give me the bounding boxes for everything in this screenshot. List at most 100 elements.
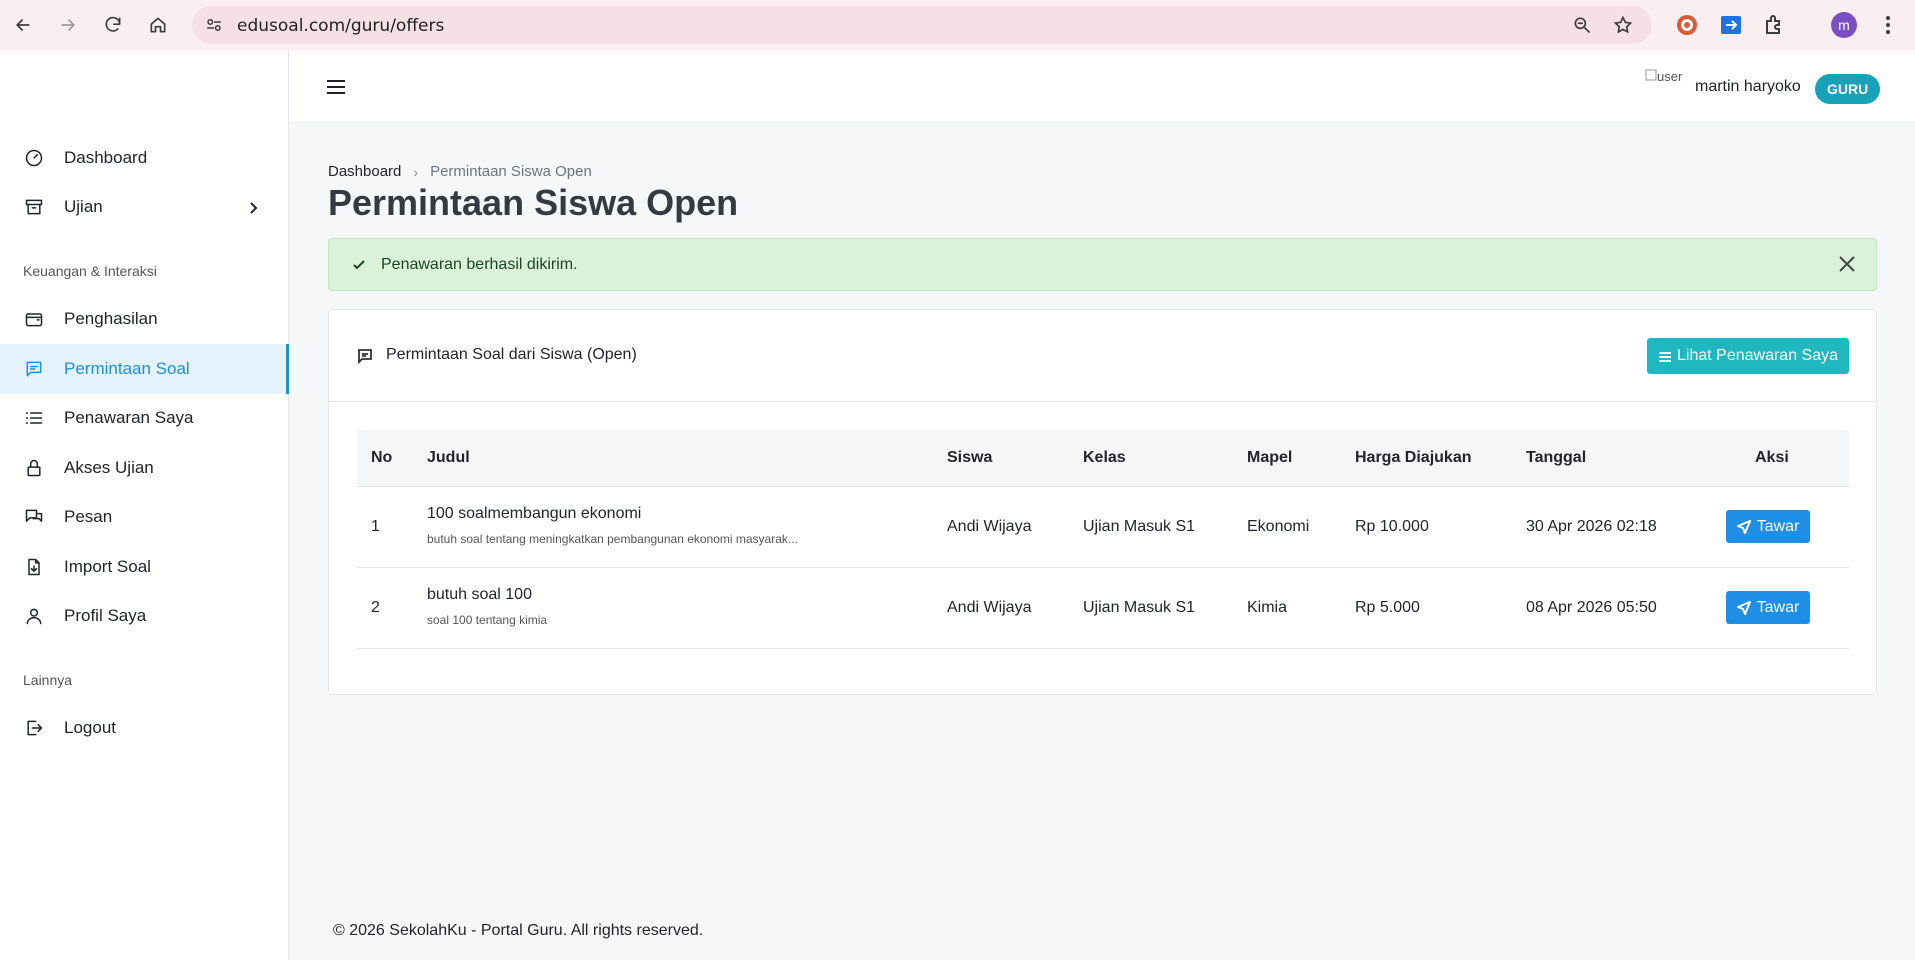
bookmark-star-icon[interactable] <box>1613 15 1633 35</box>
site-settings-icon[interactable] <box>205 16 223 34</box>
sidebar-item-label: Import Soal <box>64 557 151 576</box>
request-description: butuh soal tentang meningkatkan pembangu… <box>427 532 798 546</box>
row-number: 2 <box>371 599 380 616</box>
proposed-price: Rp 5.000 <box>1355 599 1420 616</box>
column-header: Harga Diajukan <box>1355 449 1472 466</box>
view-my-offers-button[interactable]: Lihat Penawaran Saya <box>1647 338 1849 374</box>
wallet-icon <box>24 309 44 329</box>
list-icon <box>24 408 44 428</box>
sidebar-item-label: Akses Ujian <box>64 458 154 477</box>
sidebar-item-dashboard[interactable]: Dashboard <box>0 133 289 183</box>
back-icon[interactable] <box>11 13 35 37</box>
student-name: Andi Wijaya <box>947 599 1032 616</box>
chat-icon <box>357 348 373 365</box>
close-icon[interactable] <box>1837 254 1857 274</box>
table-row: 1 100 soalmembangun ekonomi butuh soal t… <box>357 487 1849 568</box>
row-number: 1 <box>371 518 380 535</box>
chevron-right-icon <box>246 200 260 214</box>
table-row: 2 butuh soal 100 soal 100 tentang kimia … <box>357 568 1849 649</box>
sidebar-item-label: Permintaan Soal <box>64 359 190 378</box>
class-name: Ujian Masuk S1 <box>1083 518 1196 535</box>
sidebar-item-import-soal[interactable]: Import Soal <box>0 542 289 592</box>
request-description: soal 100 tentang kimia <box>427 613 548 627</box>
role-badge: GURU <box>1815 74 1881 104</box>
broken-image-icon <box>1645 69 1657 81</box>
sidebar-item-akses-ujian[interactable]: Akses Ujian <box>0 443 289 493</box>
sidebar-section-title: Keuangan & Interaksi <box>23 263 157 279</box>
sidebar-item-label: Pesan <box>64 507 113 526</box>
footer-text: © 2026 SekolahKu - Portal Guru. All righ… <box>333 922 704 939</box>
user-icon <box>24 606 44 626</box>
extension-duckduckgo-icon[interactable] <box>1674 12 1700 38</box>
column-header: Judul <box>427 449 470 466</box>
subject: Ekonomi <box>1247 518 1310 535</box>
sidebar-item-ujian[interactable]: Ujian <box>0 182 289 232</box>
subject: Kimia <box>1247 599 1288 616</box>
list-icon <box>1658 350 1672 362</box>
app-header: user martin haryoko GURU <box>289 50 1915 123</box>
zoom-icon[interactable] <box>1572 15 1592 35</box>
alert-message: Penawaran berhasil dikirim. <box>381 256 578 273</box>
request-date: 30 Apr 2026 02:18 <box>1526 518 1657 535</box>
archive-icon <box>24 197 44 217</box>
avatar: user <box>1645 69 1687 91</box>
send-icon <box>1736 519 1751 534</box>
sidebar-item-label: Ujian <box>64 197 103 216</box>
user-name[interactable]: martin haryoko <box>1695 78 1801 96</box>
breadcrumb-home[interactable]: Dashboard <box>328 163 401 180</box>
menu-toggle-icon[interactable] <box>327 80 345 94</box>
sidebar-item-label: Profil Saya <box>64 606 147 625</box>
class-name: Ujian Masuk S1 <box>1083 599 1196 616</box>
message-icon <box>24 507 44 527</box>
column-header: No <box>371 449 393 466</box>
import-icon <box>24 557 44 577</box>
reload-icon[interactable] <box>101 13 125 37</box>
sidebar-item-penghasilan[interactable]: Penghasilan <box>0 294 289 344</box>
logout-icon <box>24 718 44 738</box>
request-title: butuh soal 100 <box>427 586 532 603</box>
sidebar-item-label: Penghasilan <box>64 309 158 328</box>
browser-menu-icon[interactable] <box>1875 12 1901 38</box>
requests-card: Permintaan Soal dari Siswa (Open) Lihat … <box>328 309 1877 695</box>
address-bar[interactable]: edusoal.com/guru/offers <box>192 6 1652 44</box>
avatar-alt-text: user <box>1657 69 1683 84</box>
send-icon <box>1736 600 1751 615</box>
request-date: 08 Apr 2026 05:50 <box>1526 599 1657 616</box>
offer-button[interactable]: Tawar <box>1726 591 1810 624</box>
button-label: Lihat Penawaran Saya <box>1677 347 1838 364</box>
page-title: Permintaan Siswa Open <box>328 182 739 223</box>
sidebar-item-label: Logout <box>64 718 116 737</box>
dashboard-icon <box>24 148 44 168</box>
request-title: 100 soalmembangun ekonomi <box>427 505 642 522</box>
browser-toolbar: edusoal.com/guru/offers m <box>0 0 1915 50</box>
column-header: Siswa <box>947 449 993 466</box>
success-alert: Penawaran berhasil dikirim. <box>328 238 1877 291</box>
student-name: Andi Wijaya <box>947 518 1032 535</box>
sidebar-item-pesan[interactable]: Pesan <box>0 492 289 542</box>
extension-translate-icon[interactable] <box>1718 12 1744 38</box>
sidebar-item-permintaan-soal[interactable]: Permintaan Soal <box>0 344 289 394</box>
chevron-right-icon: › <box>413 163 419 180</box>
offer-button[interactable]: Tawar <box>1726 510 1810 543</box>
sidebar-item-profil-saya[interactable]: Profil Saya <box>0 591 289 641</box>
url-text: edusoal.com/guru/offers <box>237 16 445 36</box>
sidebar-item-logout[interactable]: Logout <box>0 703 289 753</box>
profile-avatar[interactable]: m <box>1831 12 1857 38</box>
column-header: Kelas <box>1083 449 1126 466</box>
column-header: Mapel <box>1247 449 1293 466</box>
table-header: No Judul Siswa Kelas Mapel Harga Diajuka… <box>357 430 1849 487</box>
extensions-puzzle-icon[interactable] <box>1762 12 1788 38</box>
column-header: Tanggal <box>1526 449 1587 466</box>
check-icon <box>351 257 367 273</box>
proposed-price: Rp 10.000 <box>1355 518 1429 535</box>
button-label: Tawar <box>1756 598 1800 616</box>
lock-icon <box>24 458 44 478</box>
sidebar-item-penawaran-saya[interactable]: Penawaran Saya <box>0 393 289 443</box>
column-header: Aksi <box>1755 449 1789 466</box>
home-icon[interactable] <box>146 13 170 37</box>
forward-icon[interactable] <box>56 13 80 37</box>
button-label: Tawar <box>1756 517 1800 535</box>
sidebar-item-label: Dashboard <box>64 148 148 167</box>
sidebar-item-label: Penawaran Saya <box>64 408 194 427</box>
sidebar-section-title: Lainnya <box>23 672 73 688</box>
